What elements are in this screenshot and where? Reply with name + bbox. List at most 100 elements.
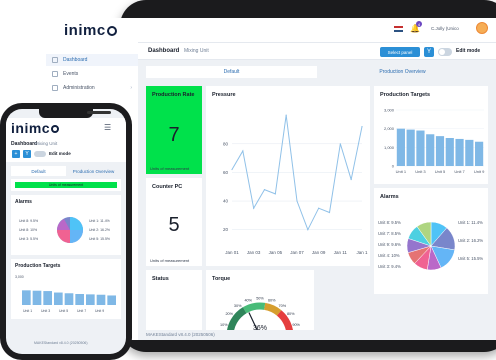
phone-alarms-widget[interactable]: Alarms Unit 8: 9.5% Unit 8: 10% Unit 3: …	[11, 195, 121, 255]
widget-title: Counter PC	[152, 184, 183, 190]
bar	[445, 138, 454, 166]
phone-bar	[54, 292, 63, 305]
hamburger-menu-icon[interactable]: ☰	[104, 123, 111, 132]
edit-mode-toggle[interactable]	[438, 48, 452, 56]
select-panel-button[interactable]: Select panel	[380, 47, 420, 57]
torque-widget[interactable]: Torque 10% 20% 30% 40% 50% 60% 70% 80% 90% 36%	[206, 270, 314, 330]
page-title: Dashboard	[148, 48, 180, 54]
data-point	[242, 150, 244, 152]
alarms-widget[interactable]: Alarms Unit 8: 9.5% Unit 7: 8.5% Unit 9: 9…	[374, 188, 488, 294]
data-point	[328, 211, 331, 214]
sidebar-item-label: Dashboard	[63, 57, 88, 63]
phone-edit-mode-toggle[interactable]	[34, 151, 46, 157]
x-tick-label: Jan 11	[334, 250, 348, 255]
chevron-right-icon: ›	[130, 85, 132, 91]
phone-bar	[32, 290, 42, 305]
phone-bar	[22, 290, 31, 305]
bar	[475, 141, 484, 166]
phone-targets-ytick: 3,000	[15, 275, 24, 279]
y-tick-label: 40	[223, 199, 229, 204]
y-tick-label: 80	[223, 141, 229, 146]
phone-widget-title: Production Targets	[15, 263, 61, 269]
phone-bar	[96, 294, 106, 305]
phone-production-rate-widget[interactable]: Units of measurement	[11, 179, 121, 191]
breadcrumb[interactable]: Mixing Unit	[184, 48, 209, 54]
tab-default[interactable]: Default	[146, 66, 317, 78]
phone-frame: inimc ☰ Dashboard Mixing Unit + Y Edit m…	[0, 103, 132, 360]
phone-tabs: Default Production Overview	[11, 166, 121, 176]
widget-title: Status	[152, 276, 169, 282]
user-name[interactable]: C.Jolly (Unico	[431, 26, 459, 31]
data-point	[339, 143, 341, 145]
pie-label: Unit 2: 16.2%	[458, 238, 483, 243]
phone-screen: inimc ☰ Dashboard Mixing Unit + Y Edit m…	[6, 109, 126, 354]
sidebar-item-administration[interactable]: Administration ›	[46, 82, 138, 94]
phone-unit-label: Units of measurement	[15, 182, 117, 188]
gauge-tick-label: 50%	[256, 297, 264, 301]
dashboard-tabs: Default Production Overview	[146, 66, 488, 78]
data-point	[263, 189, 266, 191]
y-tick-label: 2,000	[384, 126, 395, 131]
gauge-tick-label: 10%	[220, 323, 228, 327]
phone-tab-production-overview[interactable]: Production Overview	[66, 166, 121, 176]
phone-breadcrumb[interactable]: Mixing Unit	[35, 141, 57, 146]
edit-mode-label: Edit mode	[456, 48, 481, 54]
pie-slice	[70, 230, 83, 243]
sidebar-item-dashboard[interactable]: Dashboard	[46, 54, 138, 66]
gauge-band	[242, 302, 266, 314]
bar	[426, 134, 435, 166]
data-point	[296, 200, 298, 202]
x-tick-label: Unit 1	[396, 169, 407, 174]
y-tick-label: 1,000	[384, 145, 395, 150]
pie-label: Unit 1: 11.4%	[458, 220, 483, 225]
phone-production-targets-widget[interactable]: Production Targets 3,000 Unit 1 Unit 3 U…	[11, 259, 121, 319]
bar	[465, 139, 474, 166]
bar	[455, 138, 464, 166]
data-point	[253, 207, 255, 209]
phone-tab-default[interactable]: Default	[11, 166, 66, 176]
administration-icon	[52, 85, 58, 91]
filter-icon[interactable]: Y	[424, 47, 434, 57]
production-targets-widget[interactable]: Production Targets 0 1,000 2,000 3,000 Unit …	[374, 86, 488, 184]
phone-filter-icon[interactable]: Y	[23, 150, 31, 158]
phone-targets-xtick: Unit 3	[41, 309, 51, 313]
phone-targets-xtick: Unit 7	[77, 309, 87, 313]
x-tick-label: Jan 01	[225, 250, 239, 255]
production-rate-widget[interactable]: Production Rate 7 Units of measurement	[146, 86, 202, 174]
gauge-tick-label: 80%	[287, 312, 295, 316]
gauge-tick-label: 70%	[279, 304, 287, 308]
status-widget[interactable]: Status	[146, 270, 202, 330]
phone-alarm-label: Unit 5: 15.5%	[89, 237, 111, 241]
phone-alarm-label: Unit 2: 16.2%	[89, 228, 111, 232]
counter-widget[interactable]: Counter PC 5 Units of measurement	[146, 178, 202, 266]
pie-slice	[70, 217, 83, 230]
pressure-widget[interactable]: Pressure 20 40 60 80 Jan 01 Jan 03 Jan 05 Jan 0…	[206, 86, 370, 266]
page-header: Dashboard Mixing Unit Select panel Y Edi…	[138, 42, 496, 60]
unit-label: Units of measurement	[150, 258, 190, 263]
bar	[416, 130, 425, 166]
phone-alarm-label: Unit 1: 11.4%	[89, 219, 110, 223]
phone-select-panel-button[interactable]: +	[12, 150, 20, 158]
y-tick-label: 0	[392, 164, 395, 169]
avatar[interactable]	[476, 22, 488, 34]
gauge-band	[263, 302, 282, 316]
data-point	[307, 229, 309, 231]
phone-bar	[43, 291, 52, 305]
phone-edit-mode-label: Edit mode	[49, 151, 71, 156]
x-tick-label: Unit 9	[474, 169, 485, 174]
pie-label: Unit 4: 10%	[378, 253, 400, 258]
footer-version: MAKEStandard v8.4.0 (20250506)	[146, 332, 215, 337]
language-flag-icon[interactable]	[394, 26, 403, 32]
bar	[406, 129, 415, 166]
unit-label: Units of measurement	[150, 166, 190, 171]
phone-app-logo: inimc	[11, 120, 60, 136]
phone-widget-title: Alarms	[15, 199, 32, 205]
y-tick-label: 60	[223, 170, 229, 175]
phone-alarm-label: Unit 3: 5.5%	[19, 237, 39, 241]
pie-label: Unit 3: 9.4%	[378, 264, 401, 269]
gauge-tick-label: 30%	[234, 304, 242, 308]
sidebar-item-events[interactable]: Events	[46, 68, 138, 80]
data-point	[231, 168, 233, 171]
gauge-tick-label: 40%	[244, 298, 252, 302]
tab-production-overview[interactable]: Production Overview	[317, 66, 488, 78]
